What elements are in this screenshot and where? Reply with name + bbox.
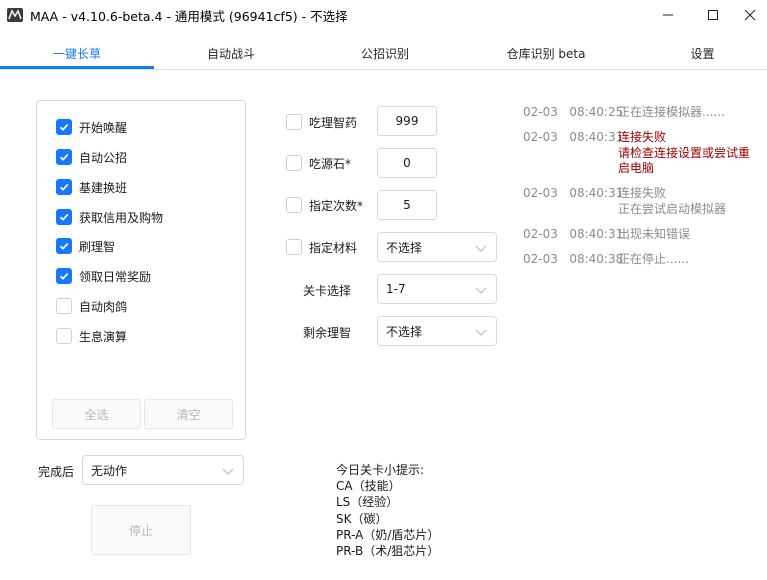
window-title: MAA - v4.10.6-beta.4 - 通用模式 (96941cf5) -…	[30, 9, 348, 24]
task-item-fight[interactable]: 刷理智	[56, 236, 115, 256]
log-timestamp: 02-03 08:40:31	[523, 186, 624, 200]
after-finish-select[interactable]: 无动作	[82, 455, 244, 485]
task-item-award[interactable]: 领取日常奖励	[56, 266, 151, 286]
task-label: 刷理智	[79, 239, 116, 254]
tips-title: 今日关卡小提示:	[336, 463, 425, 477]
task-item-infrast[interactable]: 基建换班	[56, 177, 127, 197]
checkbox-checked-icon[interactable]	[56, 149, 72, 165]
stage-tips: 今日关卡小提示: CA（技能） LS（经验） SK（碳） PR-A（奶/盾芯片）…	[336, 462, 439, 559]
chevron-down-icon	[475, 287, 487, 294]
log-timestamp: 02-03 08:40:38	[523, 252, 624, 266]
option-label: 吃理智药	[309, 115, 358, 130]
task-label: 自动肉鸽	[79, 299, 128, 314]
clear-button[interactable]: 清空	[144, 399, 233, 429]
option-times[interactable]: 指定次数*	[286, 195, 363, 215]
checkbox-unchecked-icon[interactable]	[286, 114, 302, 130]
after-finish-value: 无动作	[91, 463, 128, 478]
close-icon	[744, 9, 756, 21]
checkbox-unchecked-icon[interactable]	[286, 239, 302, 255]
remaining-sanity-label: 剩余理智	[303, 326, 352, 340]
stage-select-label: 关卡选择	[303, 284, 352, 298]
after-finish-label: 完成后	[38, 465, 75, 479]
close-button[interactable]	[727, 0, 767, 30]
tip-line: CA（技能）	[336, 479, 401, 494]
checkbox-unchecked-icon[interactable]	[56, 328, 72, 344]
task-label: 生息演算	[79, 329, 128, 344]
checkbox-unchecked-icon[interactable]	[56, 298, 72, 314]
stop-button[interactable]: 停止	[91, 505, 191, 555]
maximize-icon	[708, 10, 718, 20]
task-item-mall[interactable]: 获取信用及购物	[56, 207, 163, 227]
log-timestamp: 02-03 08:40:31	[523, 227, 624, 241]
remaining-sanity-select[interactable]: 不选择	[377, 316, 497, 346]
minimize-button[interactable]	[645, 0, 691, 30]
times-count-input[interactable]: 5	[377, 190, 437, 220]
option-label: 指定材料	[309, 240, 358, 255]
remaining-sanity-value: 不选择	[386, 324, 423, 339]
tip-line: SK（碳）	[336, 511, 388, 526]
task-item-reclamation[interactable]: 生息演算	[56, 326, 127, 346]
task-item-recruit[interactable]: 自动公招	[56, 147, 127, 167]
tab-settings[interactable]: 设置	[630, 40, 767, 69]
log-timestamp: 02-03 08:40:25	[523, 105, 624, 119]
checkbox-checked-icon[interactable]	[56, 119, 72, 135]
checkbox-checked-icon[interactable]	[56, 268, 72, 284]
stage-value: 1-7	[386, 282, 406, 296]
material-select[interactable]: 不选择	[377, 232, 497, 262]
log-message: 正在连接模拟器......	[618, 105, 725, 119]
material-value: 不选择	[386, 240, 423, 255]
checkbox-checked-icon[interactable]	[56, 209, 72, 225]
option-medicine[interactable]: 吃理智药	[286, 112, 357, 132]
chevron-down-icon	[222, 468, 234, 475]
active-tab-indicator	[0, 66, 154, 69]
medicine-count-input[interactable]: 999	[377, 106, 437, 136]
log-message: 出现未知错误	[618, 227, 691, 241]
checkbox-checked-icon[interactable]	[56, 238, 72, 254]
task-label: 获取信用及购物	[79, 210, 164, 225]
stage-select[interactable]: 1-7	[377, 274, 497, 304]
log-message: 连接失败 正在尝试启动模拟器	[618, 186, 727, 216]
tip-line: PR-B（术/狙芯片）	[336, 544, 440, 559]
option-stone[interactable]: 吃源石*	[286, 153, 351, 173]
maa-window: MAA - v4.10.6-beta.4 - 通用模式 (96941cf5) -…	[0, 0, 767, 580]
stone-count-input[interactable]: 0	[377, 148, 437, 178]
tab-depot[interactable]: 仓库识别 beta	[462, 40, 630, 69]
task-item-roguelike[interactable]: 自动肉鸽	[56, 296, 127, 316]
minimize-icon	[663, 14, 673, 16]
option-label: 指定次数*	[309, 198, 364, 213]
tip-line: LS（经验）	[336, 495, 399, 510]
task-label: 自动公招	[79, 150, 128, 165]
task-list-panel: 开始唤醒 自动公招 基建换班 获取信用及购物 刷理智 领取日常奖励 自动肉鸽 生…	[36, 100, 246, 440]
task-item-startup[interactable]: 开始唤醒	[56, 117, 127, 137]
tab-auto-battle[interactable]: 自动战斗	[154, 40, 308, 69]
log-timestamp: 02-03 08:40:31	[523, 130, 624, 144]
task-label: 领取日常奖励	[79, 269, 152, 284]
log-message: 连接失败 请检查连接设置或尝试重 启电脑	[618, 130, 751, 175]
chevron-down-icon	[475, 245, 487, 252]
tab-recruit[interactable]: 公招识别	[308, 40, 462, 69]
checkbox-unchecked-icon[interactable]	[286, 155, 302, 171]
log-message: 正在停止......	[618, 252, 689, 266]
option-material[interactable]: 指定材料	[286, 237, 357, 257]
app-logo-icon	[6, 6, 24, 24]
option-label: 吃源石*	[309, 156, 352, 171]
tab-farming[interactable]: 一键长草	[0, 40, 154, 69]
title-bar: MAA - v4.10.6-beta.4 - 通用模式 (96941cf5) -…	[0, 0, 767, 30]
checkbox-checked-icon[interactable]	[56, 179, 72, 195]
select-all-button[interactable]: 全选	[52, 399, 141, 429]
checkbox-unchecked-icon[interactable]	[286, 197, 302, 213]
tip-line: PR-A（奶/盾芯片）	[336, 527, 440, 542]
task-label: 基建换班	[79, 180, 128, 195]
task-label: 开始唤醒	[79, 120, 128, 135]
chevron-down-icon	[475, 329, 487, 336]
